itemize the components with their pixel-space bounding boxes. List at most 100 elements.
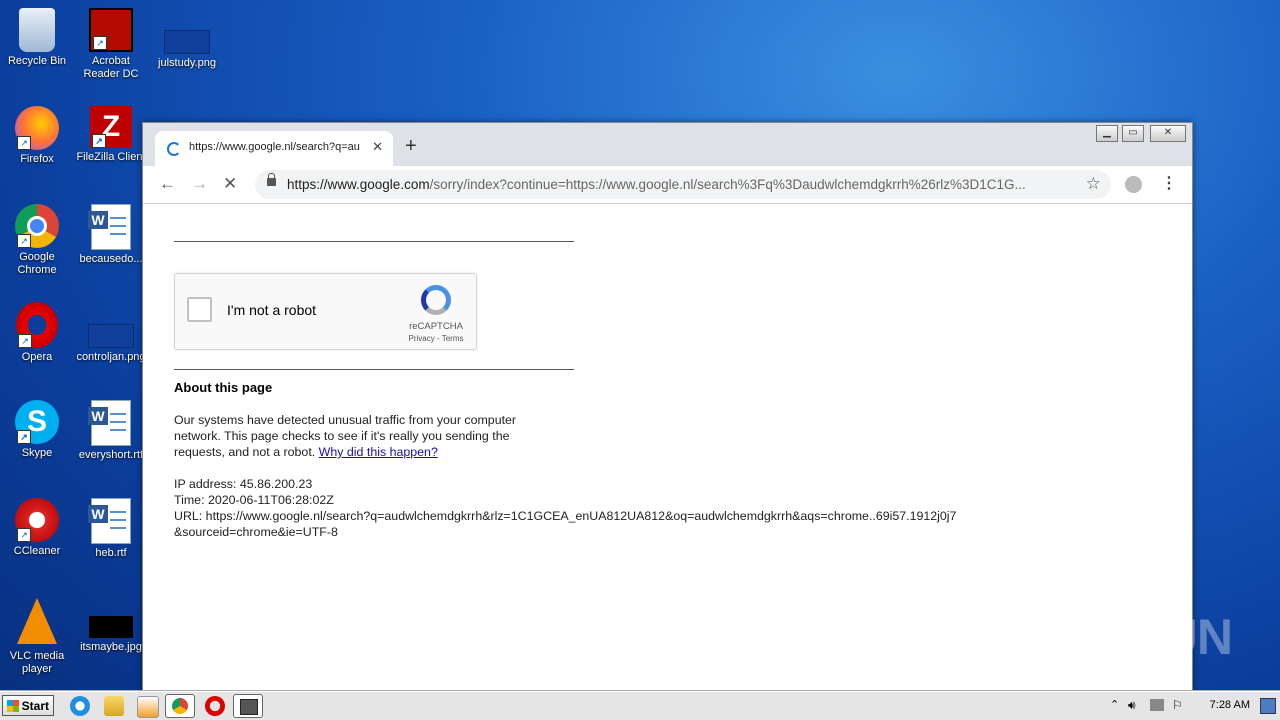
minimize-button[interactable]: ▁	[1096, 125, 1118, 142]
start-label: Start	[21, 699, 49, 713]
shortcut-arrow-icon: ↗	[18, 334, 32, 348]
lock-icon	[267, 173, 276, 186]
desktop-icon-label: FileZilla Client	[76, 151, 146, 163]
request-info: IP address: 45.86.200.23 Time: 2020-06-1…	[174, 476, 964, 540]
desktop-icon-opera[interactable]: ↗ Opera	[0, 302, 74, 364]
url-path: /sorry/index?continue=https://www.google…	[429, 177, 1026, 192]
desktop-icon-label: Firefox	[20, 153, 54, 165]
desktop-icon-acrobat[interactable]: ↗ Acrobat Reader DC	[74, 8, 148, 81]
desktop-icon-label: Acrobat Reader DC	[83, 55, 139, 80]
desktop-icon-heb[interactable]: W heb.rtf	[74, 498, 148, 560]
recaptcha-widget: I'm not a robot reCAPTCHA Privacy - Term…	[174, 273, 477, 350]
title-bar: https://www.google.nl/search?q=au ✕ + ▁ …	[143, 123, 1192, 166]
desktop-icon-itsmaybe[interactable]: itsmaybe.jpg	[74, 596, 148, 654]
chrome-icon: ↗	[15, 204, 59, 248]
recaptcha-logo-icon	[421, 285, 451, 315]
browser-toolbar: ← → ✕ https://www.google.com/sorry/index…	[143, 166, 1192, 204]
address-url[interactable]: https://www.google.com/sorry/index?conti…	[287, 177, 1077, 192]
timestamp: Time: 2020-06-11T06:28:02Z	[174, 493, 334, 507]
about-paragraph: Our systems have detected unusual traffi…	[174, 412, 554, 460]
desktop-icon-label: julstudy.png	[158, 57, 216, 69]
address-bar[interactable]: https://www.google.com/sorry/index?conti…	[255, 170, 1111, 199]
url-host: https://www.google.com	[287, 177, 430, 192]
anyrun-watermark: ANY RUN	[1012, 609, 1233, 665]
shortcut-arrow-icon: ↗	[93, 36, 107, 50]
divider	[174, 369, 574, 370]
skype-icon: S ↗	[15, 400, 59, 444]
desktop-icon-recycle-bin[interactable]: Recycle Bin	[0, 8, 74, 68]
system-tray: ⌃ 🔊︎ ⚐ 7:28 AM	[1102, 692, 1280, 720]
maximize-button[interactable]: ▭	[1122, 125, 1144, 142]
app-taskbar-button[interactable]	[233, 694, 263, 718]
ccleaner-icon: ↗	[15, 498, 59, 542]
application-icon	[240, 699, 258, 715]
show-hidden-icons-button[interactable]: ⌃	[1110, 698, 1119, 711]
shortcut-arrow-icon: ↗	[17, 234, 31, 248]
desktop-icon-label: controljan.png	[76, 351, 146, 363]
desktop-icon-chrome[interactable]: ↗ Google Chrome	[0, 204, 74, 277]
shortcut-arrow-icon: ↗	[17, 136, 31, 150]
desktop-icon-label: everyshort.rtf	[78, 449, 144, 461]
word-document-icon: W	[88, 204, 131, 250]
acrobat-icon: ↗	[89, 8, 133, 52]
desktop-icon-label: heb.rtf	[95, 547, 127, 559]
shortcut-arrow-icon: ↗	[92, 134, 106, 148]
profile-avatar-icon[interactable]	[1125, 176, 1142, 193]
taskbar: Start ⌃ 🔊︎ ⚐ 7:28 AM	[0, 691, 1280, 720]
volume-icon[interactable]: 🔊︎	[1128, 698, 1136, 713]
show-desktop-button[interactable]	[1260, 698, 1276, 714]
image-file-icon	[164, 30, 210, 54]
desktop-icon-filezilla[interactable]: Z ↗ FileZilla Client	[74, 106, 148, 164]
new-tab-button[interactable]: +	[405, 136, 417, 156]
image-file-icon	[88, 324, 134, 348]
divider	[174, 241, 574, 242]
internet-explorer-icon[interactable]	[70, 696, 90, 716]
recaptcha-privacy-terms-link[interactable]: Privacy - Terms	[393, 334, 479, 343]
browser-menu-button[interactable]: ⋮	[1161, 173, 1177, 193]
back-button[interactable]: ←	[159, 174, 176, 194]
bookmark-star-icon[interactable]: ☆	[1086, 174, 1101, 194]
desktop-icon-label: becausedo...	[79, 253, 143, 265]
chrome-taskbar-button[interactable]	[165, 694, 195, 718]
desktop-icon-vlc[interactable]: VLC media player	[0, 596, 74, 676]
recaptcha-checkbox[interactable]	[187, 297, 212, 322]
desktop-icon-ccleaner[interactable]: ↗ CCleaner	[0, 498, 74, 558]
recaptcha-brand: reCAPTCHA	[409, 321, 463, 332]
about-heading: About this page	[174, 380, 273, 395]
tab-title: https://www.google.nl/search?q=au	[189, 141, 360, 153]
recaptcha-label: I'm not a robot	[227, 302, 317, 318]
desktop-icon-everyshort[interactable]: W everyshort.rtf	[74, 400, 148, 462]
stop-loading-button[interactable]: ✕	[223, 174, 237, 194]
request-url: URL: https://www.google.nl/search?q=audw…	[174, 509, 957, 539]
desktop-icon-becausedo[interactable]: W becausedo...	[74, 204, 148, 266]
window-close-button[interactable]: ✕	[1150, 125, 1186, 142]
desktop-icon-label: itsmaybe.jpg	[80, 641, 142, 653]
opera-icon: ↗	[16, 302, 58, 348]
desktop-icon-firefox[interactable]: ↗ Firefox	[0, 106, 74, 166]
recycle-bin-icon	[19, 8, 55, 52]
shortcut-arrow-icon: ↗	[17, 430, 31, 444]
opera-icon[interactable]	[205, 696, 225, 716]
tab-close-button[interactable]: ✕	[372, 139, 383, 155]
clock[interactable]: 7:28 AM	[1210, 699, 1250, 711]
desktop-icon-label: Skype	[21, 447, 53, 459]
ip-address: IP address: 45.86.200.23	[174, 477, 313, 491]
media-player-icon[interactable]	[137, 696, 159, 718]
desktop-icon-skype[interactable]: S ↗ Skype	[0, 400, 74, 460]
network-icon[interactable]	[1150, 699, 1164, 711]
file-explorer-icon[interactable]	[104, 696, 124, 716]
browser-tab[interactable]: https://www.google.nl/search?q=au ✕	[155, 131, 393, 166]
word-document-icon: W	[88, 400, 131, 446]
desktop-icon-julstudy[interactable]: julstudy.png	[150, 8, 224, 70]
forward-button[interactable]: →	[191, 174, 208, 194]
action-center-flag-icon[interactable]: ⚐	[1172, 698, 1183, 712]
windows-logo-icon	[7, 700, 19, 712]
desktop-icon-controljan[interactable]: controljan.png	[74, 302, 148, 364]
vlc-icon	[17, 598, 57, 644]
desktop-icon-label: Recycle Bin	[7, 55, 67, 67]
start-button[interactable]: Start	[2, 695, 54, 716]
desktop-icon-label: VLC media player	[9, 650, 65, 675]
desktop-icon-label: CCleaner	[13, 545, 61, 557]
why-did-this-happen-link[interactable]: Why did this happen?	[319, 445, 438, 459]
chrome-icon	[172, 698, 188, 714]
